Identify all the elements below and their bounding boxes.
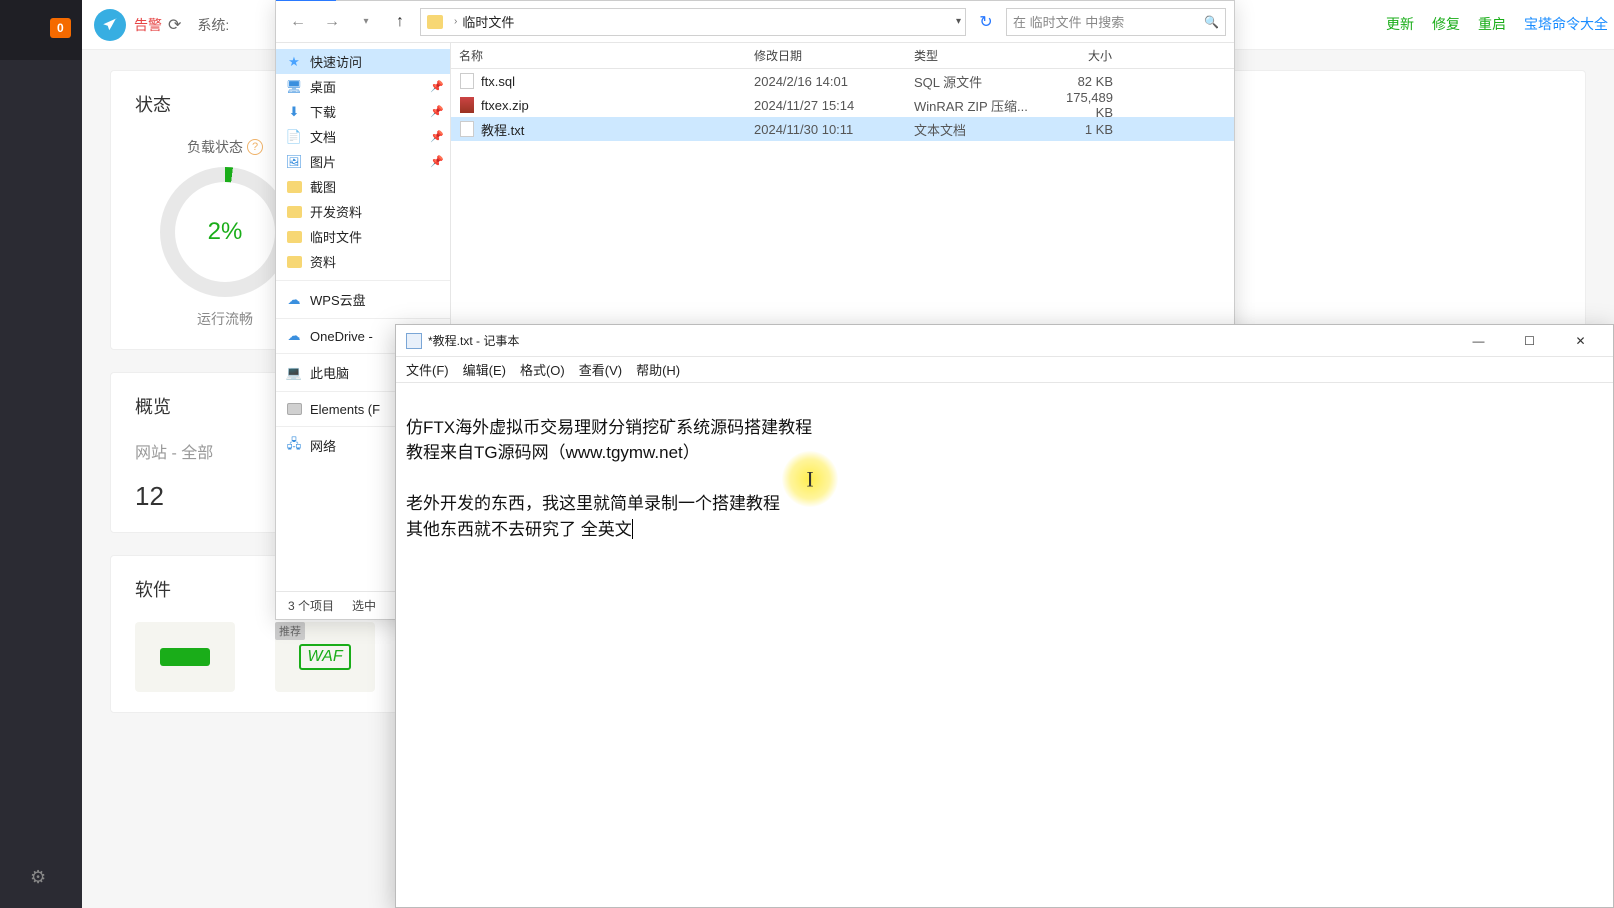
minimize-button[interactable]: — [1456, 326, 1501, 356]
sidebar-quick-access[interactable]: ★ 快速访问 [276, 49, 450, 74]
nav-forward-icon: → [318, 8, 346, 36]
notepad-menu: 文件(F) 编辑(E) 格式(O) 查看(V) 帮助(H) [396, 357, 1613, 383]
nav-back-icon[interactable]: ← [284, 8, 312, 36]
folder-icon [287, 206, 302, 218]
folder-icon [287, 181, 302, 193]
folder-icon [287, 256, 302, 268]
close-button[interactable]: ✕ [1558, 326, 1603, 356]
top-links: 更新 修复 重启 宝塔命令大全 [1386, 14, 1608, 34]
link-restart[interactable]: 重启 [1478, 14, 1506, 34]
nav-up-icon[interactable]: ↑ [386, 8, 414, 36]
load-gauge: 2% [160, 167, 290, 297]
column-headers[interactable]: 名称 修改日期 类型 大小 [451, 43, 1234, 69]
notepad-title: *教程.txt - 记事本 [428, 332, 1450, 349]
notepad-window[interactable]: *教程.txt - 记事本 — ☐ ✕ 文件(F) 编辑(E) 格式(O) 查看… [395, 324, 1614, 908]
col-date[interactable]: 修改日期 [746, 43, 906, 68]
cloud-icon: ☁ [286, 328, 302, 344]
pin-icon[interactable]: 📌 [430, 80, 444, 93]
pin-icon[interactable]: 📌 [430, 155, 444, 168]
recommend-tag: 推荐 [275, 622, 305, 640]
alert-label[interactable]: 告警 [134, 15, 162, 35]
sidebar-data[interactable]: 资料 [276, 249, 450, 274]
settings-icon[interactable]: ⚙ [30, 867, 46, 888]
menu-help[interactable]: 帮助(H) [636, 360, 680, 379]
status-item-count: 3 个项目 [288, 597, 334, 614]
breadcrumb[interactable]: 临时文件 [462, 12, 514, 31]
col-size[interactable]: 大小 [1041, 43, 1121, 68]
software-item-waf[interactable]: 推荐 WAF [275, 622, 375, 692]
link-update[interactable]: 更新 [1386, 14, 1414, 34]
load-label: 负载状态 ? [187, 137, 263, 157]
explorer-toolbar: ← → ▾ ↑ › 临时文件 ▾ ↻ 在 临时文件 中搜索 🔍 [276, 1, 1234, 43]
click-highlight-icon [782, 451, 838, 507]
load-percent: 2% [208, 218, 243, 246]
chevron-right-icon: › [454, 16, 457, 27]
chevron-down-icon[interactable]: ▾ [956, 16, 961, 27]
refresh-button[interactable]: ↻ [972, 8, 1000, 36]
notification-badge[interactable]: 0 [50, 18, 71, 38]
network-icon: 🖧 [286, 438, 302, 454]
menu-view[interactable]: 查看(V) [579, 360, 622, 379]
notepad-icon [406, 333, 422, 349]
text-cursor-icon [632, 519, 633, 539]
zip-file-icon [459, 97, 475, 113]
sql-file-icon [459, 73, 475, 89]
sidebar-pictures[interactable]: 🖼 图片📌 [276, 149, 450, 174]
menu-edit[interactable]: 编辑(E) [463, 360, 506, 379]
menu-file[interactable]: 文件(F) [406, 360, 449, 379]
window-active-tab-indicator [276, 0, 336, 1]
sidebar-wps[interactable]: ☁ WPS云盘 [276, 287, 450, 312]
file-row[interactable]: 教程.txt 2024/11/30 10:11 文本文档 1 KB [451, 117, 1234, 141]
menu-format[interactable]: 格式(O) [520, 360, 565, 379]
load-sub: 运行流畅 [197, 309, 253, 329]
help-icon[interactable]: ? [247, 139, 263, 155]
telegram-icon[interactable] [94, 9, 126, 41]
search-input[interactable]: 在 临时文件 中搜索 🔍 [1006, 8, 1226, 36]
link-repair[interactable]: 修复 [1432, 14, 1460, 34]
software-item-1[interactable] [135, 622, 235, 692]
notepad-titlebar[interactable]: *教程.txt - 记事本 — ☐ ✕ [396, 325, 1613, 357]
status-selected: 选中 [352, 597, 376, 614]
pc-icon: 💻 [286, 365, 302, 381]
col-type[interactable]: 类型 [906, 43, 1041, 68]
sidebar-screenshots[interactable]: 截图 [276, 174, 450, 199]
star-icon: ★ [286, 54, 302, 70]
folder-icon [427, 15, 443, 29]
app-left-sidebar: 0 ⚙ [0, 0, 82, 908]
nav-recent-icon[interactable]: ▾ [352, 8, 380, 36]
sidebar-temp[interactable]: 临时文件 [276, 224, 450, 249]
desktop-icon: 🖥 [286, 79, 302, 95]
sidebar-dev[interactable]: 开发资料 [276, 199, 450, 224]
maximize-button[interactable]: ☐ [1507, 326, 1552, 356]
file-row[interactable]: ftxex.zip 2024/11/27 15:14 WinRAR ZIP 压缩… [451, 93, 1234, 117]
document-icon: 📄 [286, 129, 302, 145]
folder-icon [287, 231, 302, 243]
refresh-icon[interactable]: ⟳ [168, 15, 181, 35]
waf-icon: WAF [299, 644, 350, 670]
sidebar-downloads[interactable]: ⬇ 下载📌 [276, 99, 450, 124]
notepad-textarea[interactable]: 仿FTX海外虚拟币交易理财分销挖矿系统源码搭建教程 教程来自TG源码网（www.… [396, 383, 1613, 903]
link-bt-cmd[interactable]: 宝塔命令大全 [1524, 14, 1608, 34]
pin-icon[interactable]: 📌 [430, 130, 444, 143]
sidebar-documents[interactable]: 📄 文档📌 [276, 124, 450, 149]
search-placeholder: 在 临时文件 中搜索 [1013, 12, 1124, 31]
disk-icon [287, 403, 302, 415]
cloud-icon: ☁ [286, 292, 302, 308]
txt-file-icon [459, 121, 475, 137]
pin-icon[interactable]: 📌 [430, 105, 444, 118]
picture-icon: 🖼 [286, 154, 302, 170]
col-name[interactable]: 名称 [451, 43, 746, 68]
search-icon[interactable]: 🔍 [1204, 15, 1219, 29]
ibeam-cursor-icon: I [806, 463, 813, 496]
green-bar-icon [160, 648, 210, 666]
address-bar[interactable]: › 临时文件 ▾ [420, 8, 966, 36]
sidebar-desktop[interactable]: 🖥 桌面📌 [276, 74, 450, 99]
download-icon: ⬇ [286, 104, 302, 120]
system-label: 系统: [197, 15, 229, 35]
